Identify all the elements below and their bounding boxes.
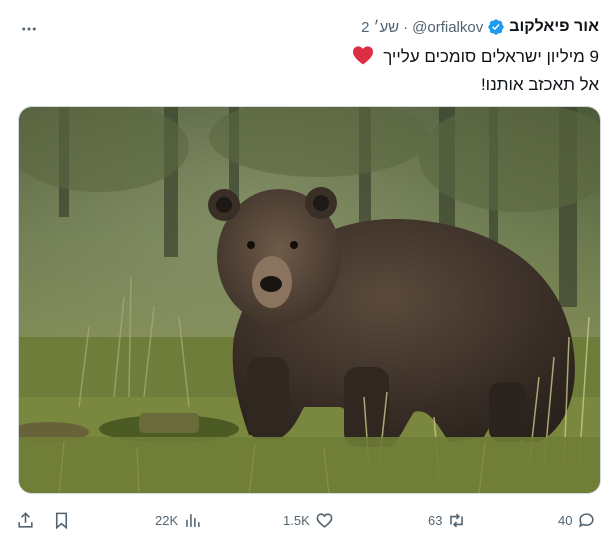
bear-photo	[19, 107, 600, 493]
tweet-image[interactable]	[18, 106, 601, 494]
retweet-button[interactable]: 63	[428, 504, 466, 536]
reply-icon	[579, 512, 595, 528]
like-count: 1.5K	[283, 512, 310, 528]
tweet-line-1: 9 מיליון ישראלים סומכים עלייך	[39, 44, 599, 72]
tweet-header: אור פיאלקוב @orfialkov · 2 שע׳	[361, 18, 599, 36]
like-icon	[316, 512, 333, 528]
author-name[interactable]: אור פיאלקוב	[509, 18, 599, 36]
bookmark-button[interactable]	[52, 504, 71, 536]
like-button[interactable]: 1.5K	[283, 504, 334, 536]
bookmark-icon	[55, 512, 68, 529]
author-handle[interactable]: @orfialkov	[412, 19, 483, 36]
red-heart-emoji	[352, 45, 374, 72]
more-icon	[22, 27, 36, 31]
tweet-line-2: אל תאכזב אותנו!	[480, 75, 599, 94]
share-icon	[18, 511, 33, 528]
reply-count: 40	[558, 512, 573, 528]
views-icon	[186, 513, 200, 527]
reply-button[interactable]: 40	[558, 504, 596, 536]
retweet-icon	[450, 513, 464, 527]
separator-dot: ·	[403, 18, 409, 36]
retweet-count: 63	[428, 512, 443, 528]
views-count: 22K	[155, 512, 179, 528]
verified-badge-icon	[487, 18, 505, 36]
more-options-button[interactable]	[16, 16, 42, 42]
action-bar: 22K 1.5K 63 40	[0, 504, 605, 536]
views-button[interactable]: 22K	[155, 504, 202, 536]
share-button[interactable]	[16, 504, 35, 536]
tweet-line-1-text: 9 מיליון ישראלים סומכים עלייך	[383, 47, 599, 66]
post-time[interactable]: 2 שע׳	[361, 19, 399, 36]
tweet: אור פיאלקוב @orfialkov · 2 שע׳ 9 מיליון …	[0, 0, 605, 539]
tweet-text: 9 מיליון ישראלים סומכים עלייך אל תאכזב א…	[39, 44, 599, 97]
